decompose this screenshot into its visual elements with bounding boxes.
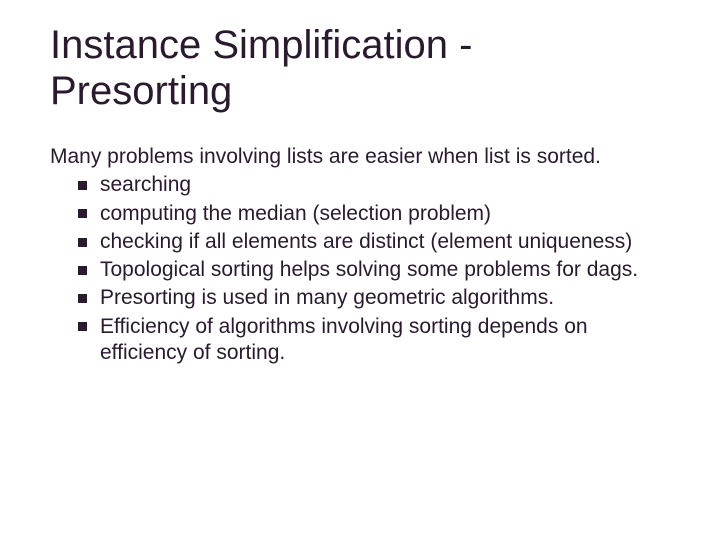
list-item: Presorting is used in many geometric alg… <box>78 285 670 311</box>
list-item: checking if all elements are distinct (e… <box>78 229 670 255</box>
square-bullet-icon <box>78 238 87 247</box>
list-item: Topological sorting helps solving some p… <box>78 257 670 283</box>
intro-text: Many problems involving lists are easier… <box>50 144 670 170</box>
list-item: searching <box>78 172 670 198</box>
list-item-text: computing the median (selection problem) <box>100 202 491 225</box>
square-bullet-icon <box>78 209 87 218</box>
square-bullet-icon <box>78 294 87 303</box>
title-line-2: Presorting <box>50 69 232 113</box>
list-item: computing the median (selection problem) <box>78 201 670 227</box>
bullet-list: searching computing the median (selectio… <box>50 172 670 366</box>
title-line-1: Instance Simplification - <box>50 23 472 67</box>
square-bullet-icon <box>78 181 87 190</box>
list-item-text: Efficiency of algorithms involving sorti… <box>100 315 588 364</box>
square-bullet-icon <box>78 322 87 331</box>
list-item-text: Topological sorting helps solving some p… <box>100 258 638 281</box>
square-bullet-icon <box>78 266 87 275</box>
slide: Instance Simplification - Presorting Man… <box>0 0 720 540</box>
slide-title: Instance Simplification - Presorting <box>50 22 670 114</box>
list-item-text: Presorting is used in many geometric alg… <box>100 286 554 309</box>
list-item: Efficiency of algorithms involving sorti… <box>78 314 670 367</box>
list-item-text: searching <box>100 173 191 196</box>
list-item-text: checking if all elements are distinct (e… <box>100 230 632 253</box>
